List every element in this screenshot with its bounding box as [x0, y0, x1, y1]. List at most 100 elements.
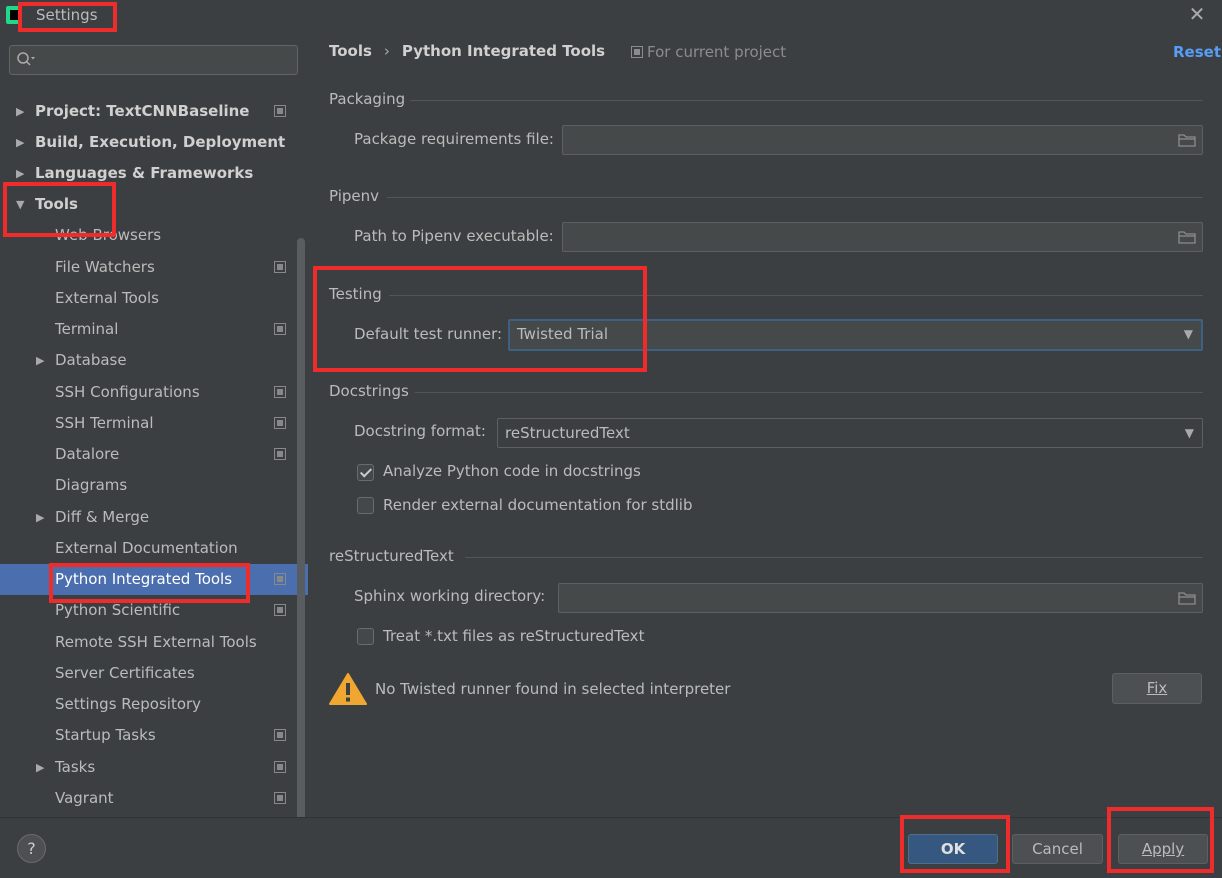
- render-external-docs-checkbox[interactable]: [357, 497, 374, 514]
- fix-button[interactable]: Fix: [1112, 673, 1202, 704]
- apply-button[interactable]: Apply: [1118, 834, 1208, 864]
- title-bar: Settings ✕: [0, 0, 1222, 32]
- ok-button[interactable]: OK: [908, 834, 998, 864]
- close-icon[interactable]: ✕: [1186, 3, 1208, 25]
- sidebar-item-label: Remote SSH External Tools: [55, 633, 257, 651]
- sidebar-item-server-certificates[interactable]: Server Certificates: [0, 658, 308, 689]
- chevron-down-icon[interactable]: ▼: [16, 189, 28, 220]
- sidebar-item-external-documentation[interactable]: External Documentation: [0, 533, 308, 564]
- sidebar-item-languages-frameworks[interactable]: ▶ Languages & Frameworks: [0, 158, 308, 189]
- chevron-right-icon[interactable]: ▶: [16, 127, 28, 158]
- sidebar-item-diff-merge[interactable]: ▶ Diff & Merge: [0, 502, 308, 533]
- for-current-project-note: For current project: [631, 43, 786, 61]
- sidebar-item-label: Diagrams: [55, 476, 128, 494]
- sidebar-item-label: Settings Repository: [55, 695, 202, 713]
- sidebar-item-label: File Watchers: [55, 258, 155, 276]
- sidebar-item-ssh-terminal[interactable]: SSH Terminal: [0, 408, 308, 439]
- sidebar-scrollbar[interactable]: [297, 238, 305, 847]
- package-requirements-field[interactable]: [562, 125, 1203, 155]
- default-test-runner-label: Default test runner:: [354, 325, 503, 343]
- default-test-runner-select[interactable]: Twisted Trial ▼: [508, 319, 1203, 351]
- sidebar-item-database[interactable]: ▶ Database: [0, 345, 308, 376]
- settings-window: Settings ✕ ▶ Project: TextCNNBaseline ▶ Bui…: [0, 0, 1222, 878]
- sidebar-item-diagrams[interactable]: Diagrams: [0, 470, 308, 501]
- project-scope-icon: [274, 386, 286, 398]
- docstring-format-value: reStructuredText: [505, 424, 630, 442]
- sidebar-item-vagrant[interactable]: Vagrant: [0, 783, 308, 814]
- sidebar-item-startup-tasks[interactable]: Startup Tasks: [0, 720, 308, 751]
- pipenv-path-field[interactable]: [562, 222, 1203, 252]
- project-scope-icon: [274, 573, 286, 585]
- analyze-python-code-label[interactable]: Analyze Python code in docstrings: [383, 462, 641, 480]
- sidebar-item-label: Startup Tasks: [55, 726, 156, 744]
- sidebar-item-label: SSH Terminal: [55, 414, 154, 432]
- warning-icon: [329, 673, 367, 705]
- chevron-right-icon[interactable]: ▶: [36, 345, 48, 376]
- project-scope-icon: [274, 761, 286, 773]
- sidebar-item-datalore[interactable]: Datalore: [0, 439, 308, 470]
- chevron-right-icon[interactable]: ▶: [16, 96, 28, 127]
- pipenv-section-title: Pipenv: [329, 187, 380, 205]
- restructuredtext-section-title: reStructuredText: [329, 547, 454, 565]
- folder-icon[interactable]: [1178, 229, 1196, 244]
- treat-txt-label[interactable]: Treat *.txt files as reStructuredText: [383, 627, 644, 645]
- chevron-right-icon[interactable]: ▶: [36, 752, 48, 783]
- project-scope-icon: [274, 604, 286, 616]
- sidebar-item-label: Tasks: [55, 758, 96, 776]
- sidebar-item-terminal[interactable]: Terminal: [0, 314, 308, 345]
- chevron-down-icon: ▼: [1183, 327, 1193, 341]
- sidebar-item-python-integrated-tools[interactable]: Python Integrated Tools: [0, 564, 308, 595]
- sidebar-item-ssh-configurations[interactable]: SSH Configurations: [0, 377, 308, 408]
- settings-content: Tools › Python Integrated Tools For curren…: [309, 32, 1222, 817]
- folder-icon[interactable]: [1178, 590, 1196, 605]
- pipenv-path-label: Path to Pipenv executable:: [354, 227, 554, 245]
- render-external-docs-label[interactable]: Render external documentation for stdlib: [383, 496, 693, 514]
- search-icon: [17, 52, 35, 66]
- sidebar-item-build-execution-deployment[interactable]: ▶ Build, Execution, Deployment: [0, 127, 308, 158]
- sidebar-item-label: Tools: [35, 195, 78, 213]
- search-input[interactable]: [9, 45, 298, 75]
- sidebar-item-external-tools[interactable]: External Tools: [0, 283, 308, 314]
- pipenv-divider: [387, 197, 1203, 198]
- sidebar-item-label: Python Integrated Tools: [55, 570, 233, 588]
- sidebar-item-label: Diff & Merge: [55, 508, 150, 526]
- sidebar-item-label: Terminal: [55, 320, 119, 338]
- reset-link[interactable]: Reset: [1173, 43, 1221, 61]
- treat-txt-checkbox[interactable]: [357, 628, 374, 645]
- docstring-format-select[interactable]: reStructuredText ▼: [497, 418, 1203, 448]
- for-current-project-label: For current project: [647, 43, 787, 61]
- sphinx-directory-field[interactable]: [558, 583, 1203, 613]
- sidebar-item-label: Web Browsers: [55, 226, 162, 244]
- default-test-runner-value: Twisted Trial: [517, 325, 608, 343]
- sidebar-item-settings-repository[interactable]: Settings Repository: [0, 689, 308, 720]
- sidebar-item-label: SSH Configurations: [55, 383, 200, 401]
- sidebar-item-label: External Documentation: [55, 539, 238, 557]
- chevron-right-icon[interactable]: ▶: [36, 502, 48, 533]
- sidebar-item-label: Build, Execution, Deployment: [35, 133, 286, 151]
- dialog-footer: ? OK Cancel Apply: [0, 817, 1222, 878]
- sidebar-item-python-scientific[interactable]: Python Scientific: [0, 595, 308, 626]
- sidebar-item-remote-ssh-external-tools[interactable]: Remote SSH External Tools: [0, 627, 308, 658]
- chevron-right-icon[interactable]: ▶: [16, 158, 28, 189]
- testing-divider: [389, 295, 1203, 296]
- sidebar-item-tasks[interactable]: ▶ Tasks: [0, 752, 308, 783]
- project-scope-icon: [274, 323, 286, 335]
- cancel-button[interactable]: Cancel: [1012, 834, 1103, 864]
- sidebar-item-label: Datalore: [55, 445, 120, 463]
- project-scope-icon: [274, 448, 286, 460]
- help-button[interactable]: ?: [17, 834, 46, 863]
- breadcrumb-separator: ›: [383, 42, 390, 60]
- docstrings-section-title: Docstrings: [329, 382, 409, 400]
- analyze-python-code-checkbox[interactable]: [357, 464, 374, 481]
- sidebar-item-label: Database: [55, 351, 127, 369]
- project-scope-icon: [631, 46, 643, 58]
- project-scope-icon: [274, 261, 286, 273]
- breadcrumb-parent[interactable]: Tools: [329, 42, 372, 60]
- sidebar-item-tools[interactable]: ▼ Tools: [0, 189, 308, 220]
- sidebar-item-web-browsers[interactable]: Web Browsers: [0, 220, 308, 251]
- window-title: Settings: [36, 6, 98, 24]
- project-scope-icon: [274, 792, 286, 804]
- sidebar-item-project-textcnnbaseline[interactable]: ▶ Project: TextCNNBaseline: [0, 96, 308, 127]
- folder-icon[interactable]: [1178, 132, 1196, 147]
- sidebar-item-file-watchers[interactable]: File Watchers: [0, 252, 308, 283]
